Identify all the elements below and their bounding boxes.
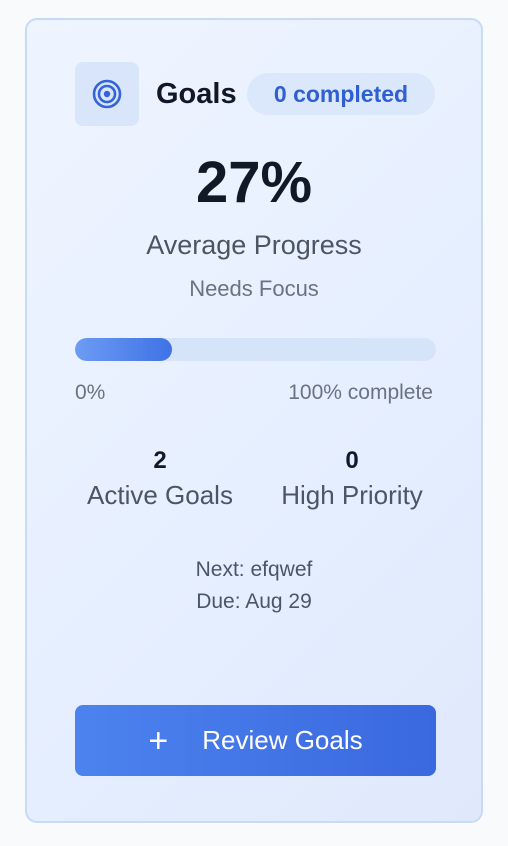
plus-icon: + xyxy=(148,721,169,760)
stat-label: High Priority xyxy=(281,480,423,510)
average-progress-label: Average Progress xyxy=(146,230,362,260)
next-goal-due: Due: Aug 29 xyxy=(196,590,312,613)
progress-bar-fill xyxy=(75,338,173,361)
completed-badge: 0 completed xyxy=(247,73,435,115)
stat-label: Active Goals xyxy=(87,480,233,510)
progress-bar xyxy=(75,338,436,361)
status-label: Needs Focus xyxy=(189,276,319,301)
next-goal: Next: efqwef xyxy=(195,558,313,581)
review-goals-label: Review Goals xyxy=(202,725,363,755)
average-progress-value: 27% xyxy=(195,150,313,215)
stat-value: 0 xyxy=(345,447,359,474)
stat-active-goals: 2 Active Goals xyxy=(60,445,260,513)
card-title: Goals xyxy=(156,78,237,110)
progress-max-label: 100% complete xyxy=(288,381,433,404)
review-goals-button[interactable]: + Review Goals xyxy=(75,705,436,776)
progress-min-label: 0% xyxy=(75,381,106,404)
target-icon xyxy=(75,62,139,126)
goals-card: Goals 0 completed 27% Average Progress N… xyxy=(25,18,483,823)
stat-value: 2 xyxy=(153,447,167,474)
stat-high-priority: 0 High Priority xyxy=(252,445,452,513)
